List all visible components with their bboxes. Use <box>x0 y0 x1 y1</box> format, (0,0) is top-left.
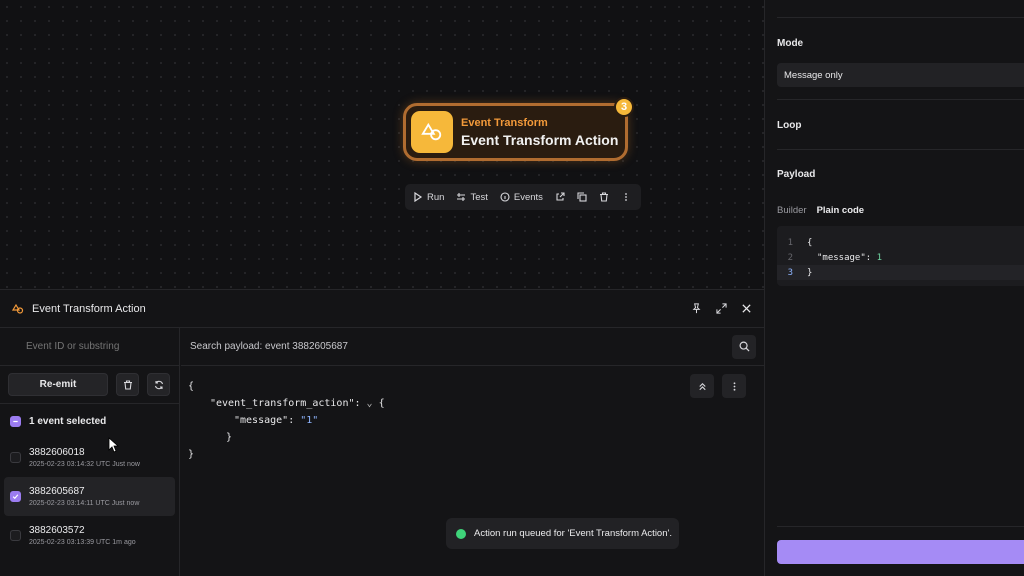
node-title: Event Transform Action <box>461 131 619 148</box>
event-id: 3882606018 <box>29 447 85 458</box>
re-emit-button[interactable]: Re-emit <box>8 373 108 396</box>
delete-node-button[interactable] <box>599 192 609 202</box>
event-list-pane: Re-emit 1 event selected 3882606018 2025… <box>0 328 180 576</box>
chevrons-up-icon <box>698 382 706 390</box>
toast-notification: Action run queued for 'Event Transform A… <box>446 518 679 549</box>
payload-search-input[interactable] <box>190 341 732 352</box>
collapse-all-button[interactable] <box>690 374 714 398</box>
event-transform-node[interactable]: Event Transform Event Transform Action 3 <box>403 97 634 161</box>
success-icon <box>456 528 466 539</box>
more-vertical-icon <box>733 381 735 391</box>
event-checkbox[interactable] <box>10 491 21 502</box>
node-event-count-badge: 3 <box>614 97 634 117</box>
more-options-button[interactable] <box>621 192 631 202</box>
json-more-button[interactable] <box>722 374 746 398</box>
run-label: Run <box>427 191 445 203</box>
copy-icon <box>577 192 587 202</box>
config-sidebar: Mode Message only Loop Payload Builder P… <box>764 0 1024 576</box>
event-timestamp: 2025-02-23 03:14:11 UTC Just now <box>29 500 140 507</box>
event-search-input[interactable] <box>26 341 158 352</box>
payload-label: Payload <box>777 169 816 180</box>
json-payload-view: { "event_transform_action": ⌄ { "message… <box>188 378 385 463</box>
workflow-canvas[interactable]: Event Transform Event Transform Action 3… <box>0 0 764 289</box>
pin-icon[interactable] <box>691 303 702 314</box>
code-text: } <box>807 267 813 278</box>
json-brace: } <box>188 449 195 460</box>
expand-icon[interactable] <box>716 303 727 314</box>
check-icon <box>12 494 19 500</box>
selection-summary: 1 event selected <box>0 404 179 438</box>
event-checkbox[interactable] <box>10 452 21 463</box>
delete-events-button[interactable] <box>116 373 139 396</box>
payload-code-editor[interactable]: 1 { 2 "message": 1 3 } <box>777 226 1024 286</box>
line-number: 2 <box>787 252 793 263</box>
search-icon <box>739 341 750 352</box>
test-label: Test <box>470 191 488 203</box>
json-key: "message" <box>234 415 289 426</box>
refresh-icon <box>154 380 163 389</box>
event-list-item[interactable]: 3882605687 2025-02-23 03:14:11 UTC Just … <box>4 477 175 516</box>
mouse-cursor-icon <box>108 437 119 453</box>
selected-count-text: 1 event selected <box>29 415 107 427</box>
shapes-icon <box>12 303 24 314</box>
events-button[interactable]: Events <box>500 192 543 203</box>
shapes-icon <box>411 111 453 153</box>
json-brace: } <box>226 432 233 443</box>
test-icon <box>457 193 466 201</box>
event-id: 3882605687 <box>29 486 85 497</box>
code-key: "message" <box>817 252 866 263</box>
test-button[interactable]: Test <box>456 191 488 203</box>
event-timestamp: 2025-02-23 03:14:32 UTC Just now <box>29 461 140 468</box>
refresh-events-button[interactable] <box>147 373 170 396</box>
select-all-checkbox[interactable] <box>10 415 21 427</box>
event-list-item[interactable]: 3882603572 2025-02-23 03:13:39 UTC 1m ag… <box>4 516 175 555</box>
event-actions-row: Re-emit <box>0 366 179 404</box>
info-icon <box>500 192 510 202</box>
panel-title: Event Transform Action <box>32 302 146 315</box>
run-button[interactable]: Run <box>413 192 444 203</box>
trash-icon <box>123 379 132 390</box>
json-value: "1" <box>300 415 319 426</box>
event-timestamp: 2025-02-23 03:13:39 UTC 1m ago <box>29 539 136 546</box>
json-key: "event_transform_action" <box>210 398 355 409</box>
event-list-item[interactable]: 3882606018 2025-02-23 03:14:32 UTC Just … <box>4 438 175 477</box>
external-link-icon <box>556 192 565 201</box>
tab-plain-code[interactable]: Plain code <box>817 205 865 216</box>
more-vertical-icon <box>625 193 627 201</box>
payload-tabs: Builder Plain code <box>777 205 864 216</box>
mode-select[interactable]: Message only <box>777 63 1024 87</box>
json-brace: { <box>188 381 195 392</box>
minus-icon <box>13 420 18 422</box>
node-toolbar: Run Test Events <box>405 184 641 210</box>
tab-builder[interactable]: Builder <box>777 205 807 216</box>
event-search-row <box>0 328 179 366</box>
event-checkbox[interactable] <box>10 530 21 541</box>
code-text: { <box>807 237 813 248</box>
close-icon[interactable] <box>741 303 752 314</box>
mode-label: Mode <box>777 38 804 49</box>
play-icon <box>414 192 423 202</box>
open-external-button[interactable] <box>555 192 565 202</box>
chevron-down-icon[interactable]: ⌄ <box>367 398 373 409</box>
line-number: 1 <box>787 237 793 248</box>
payload-search-button[interactable] <box>732 334 756 359</box>
panel-header: Event Transform Action <box>0 290 764 328</box>
event-id: 3882603572 <box>29 525 85 536</box>
duplicate-button[interactable] <box>577 192 587 202</box>
loop-label: Loop <box>777 120 802 131</box>
toast-text: Action run queued for 'Event Transform A… <box>474 528 672 539</box>
events-label: Events <box>513 191 543 203</box>
payload-search-row <box>181 328 764 366</box>
line-number: 3 <box>787 267 793 278</box>
code-value: 1 <box>876 252 883 263</box>
node-subtitle: Event Transform <box>461 116 548 129</box>
save-button[interactable] <box>777 540 1024 564</box>
json-brace: { <box>378 398 385 409</box>
trash-icon <box>599 192 608 202</box>
